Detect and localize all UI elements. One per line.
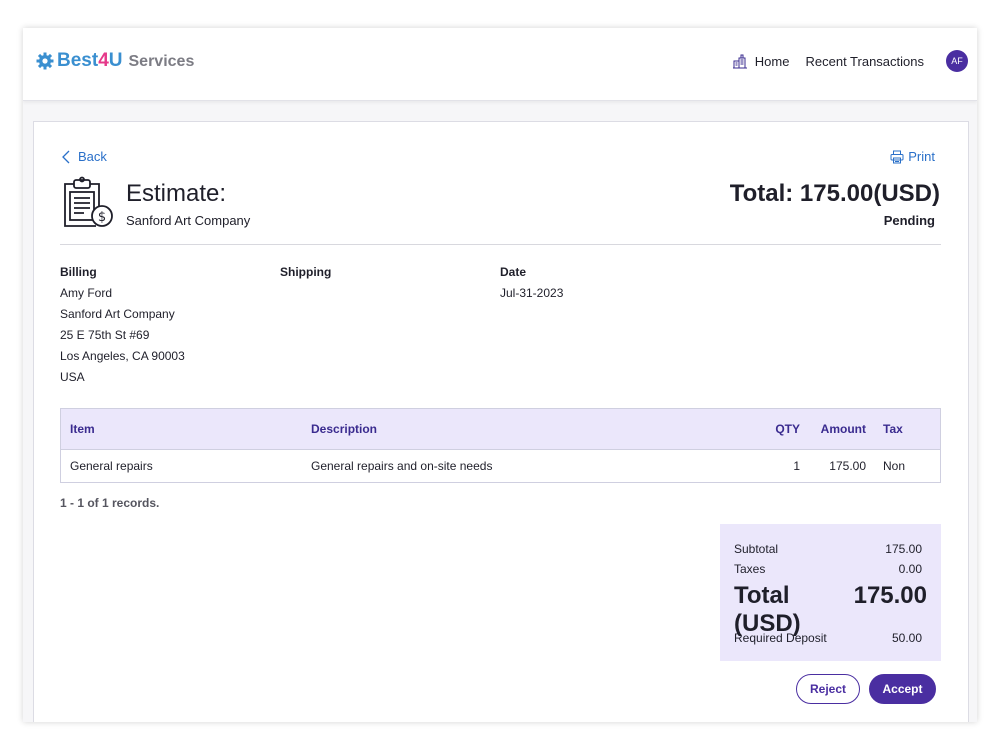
billing-line: Los Angeles, CA 90003 (60, 349, 185, 363)
brand-text-four: 4 (98, 50, 109, 71)
nav-home-link[interactable]: Home (732, 53, 790, 69)
brand-text-u: U (108, 50, 123, 71)
top-navbar: Best 4 U Services Home Recent Transactions… (23, 28, 977, 101)
subtotal-label: Subtotal (734, 542, 779, 556)
cell-description: General repairs and on-site needs (311, 459, 493, 473)
table-header: Item Description QTY Amount Tax (61, 409, 940, 450)
subtotal-value: 175.00 (885, 542, 922, 556)
brand-text-services: Services (128, 53, 195, 70)
avatar[interactable]: AF (946, 50, 968, 72)
clipboard-dollar-icon: $ (64, 176, 113, 227)
taxes-row: Taxes 0.00 (734, 562, 922, 576)
header-divider (60, 244, 941, 245)
column-header-tax[interactable]: Tax (883, 422, 903, 436)
status-badge: Pending (883, 213, 935, 228)
building-icon (732, 54, 747, 69)
brand-logo[interactable]: Best 4 U Services (35, 50, 194, 72)
date-value: Jul-31-2023 (500, 286, 564, 300)
deposit-value: 50.00 (891, 631, 922, 645)
billing-block: Billing Amy Ford Sanford Art Company 25 … (60, 262, 185, 388)
shipping-heading: Shipping (280, 265, 332, 279)
table-row[interactable]: General repairs General repairs and on-s… (61, 450, 940, 482)
reject-button[interactable]: Reject (796, 674, 860, 704)
chevron-left-icon (62, 150, 70, 163)
back-link[interactable]: Back (61, 149, 107, 164)
brand-text-best: Best (57, 50, 99, 71)
line-items-table: Item Description QTY Amount Tax General … (60, 408, 941, 483)
records-count: 1 - 1 of 1 records. (60, 496, 160, 510)
subtotal-row: Subtotal 175.00 (734, 542, 922, 556)
grand-total-label: Total (USD) (734, 582, 801, 637)
gear-icon (36, 52, 54, 70)
billing-line: Amy Ford (60, 286, 113, 300)
svg-text:$: $ (98, 210, 106, 225)
accept-button[interactable]: Accept (869, 674, 936, 704)
estimate-card: Back Print $ Estimate: Sanford Art Compa… (33, 121, 969, 722)
estimate-total: Total: 175.00(USD) (729, 180, 940, 207)
grand-total-row: Total (USD) 175.00 (734, 582, 927, 638)
app-window: Best 4 U Services Home Recent Transactions… (23, 28, 977, 722)
date-block: Date Jul-31-2023 (500, 262, 563, 304)
cell-item: General repairs (70, 459, 153, 473)
billing-line: Sanford Art Company (60, 307, 175, 321)
nav-recent-transactions-link[interactable]: Recent Transactions (805, 54, 924, 69)
print-button[interactable]: Print (890, 149, 935, 164)
column-header-item[interactable]: Item (70, 422, 95, 436)
deposit-label: Required Deposit (734, 631, 827, 645)
column-header-qty[interactable]: QTY (775, 422, 800, 436)
deposit-row: Required Deposit 50.00 (734, 631, 922, 645)
print-label: Print (908, 149, 935, 164)
column-header-description[interactable]: Description (311, 422, 377, 436)
taxes-label: Taxes (734, 562, 766, 576)
totals-summary: Subtotal 175.00 Taxes 0.00 Total (USD) 1… (720, 524, 941, 661)
grand-total-value: 175.00 (853, 582, 927, 609)
back-label: Back (78, 149, 107, 164)
taxes-value: 0.00 (898, 562, 922, 576)
nav-home-label: Home (754, 53, 790, 69)
cell-qty: 1 (793, 459, 800, 473)
estimate-company: Sanford Art Company (126, 213, 251, 228)
nav-links: Home Recent Transactions AF (732, 48, 977, 74)
printer-icon (890, 150, 904, 163)
billing-line: USA (60, 370, 85, 384)
shipping-block: Shipping (280, 262, 331, 283)
column-header-amount[interactable]: Amount (821, 422, 866, 436)
cell-tax: Non (883, 459, 906, 473)
date-heading: Date (500, 265, 527, 279)
cell-amount: 175.00 (829, 459, 866, 473)
page-title: Estimate: (126, 180, 227, 207)
billing-heading: Billing (60, 265, 97, 279)
billing-line: 25 E 75th St #69 (60, 328, 150, 342)
